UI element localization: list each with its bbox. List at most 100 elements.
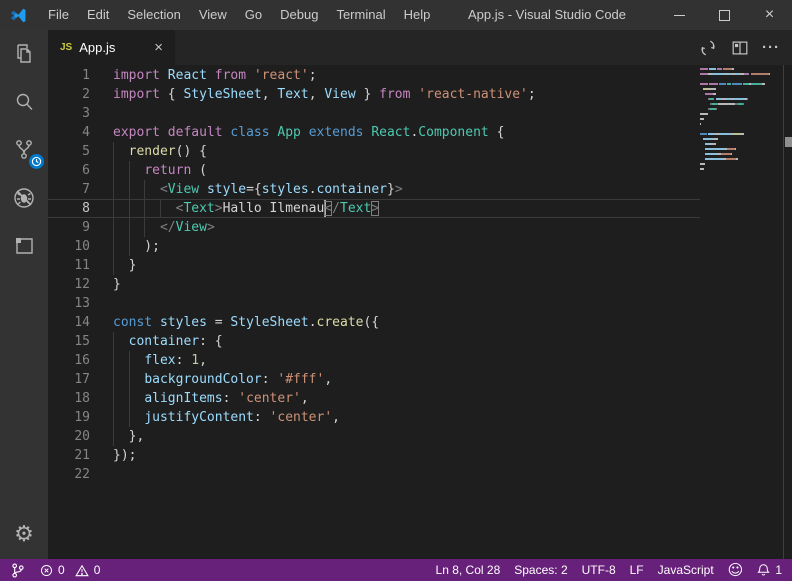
line-number: 15	[48, 332, 90, 351]
code-token: </	[160, 220, 176, 235]
code-token: styles	[262, 182, 309, 197]
activitybar-item-settings[interactable]: ⚙	[0, 511, 48, 559]
menu-selection[interactable]: Selection	[118, 0, 189, 30]
code-line-3[interactable]: 3	[48, 104, 700, 123]
code-line-16[interactable]: 16 flex: 1,	[48, 351, 700, 370]
maximize-icon	[719, 10, 730, 21]
code-token	[199, 182, 207, 197]
close-window-button[interactable]: ×	[747, 0, 792, 30]
split-editor-icon[interactable]	[730, 38, 750, 58]
code-line-5[interactable]: 5 render() {	[48, 142, 700, 161]
code-line-12[interactable]: 12}	[48, 275, 700, 294]
code-token: 'center'	[238, 391, 301, 406]
code-line-6[interactable]: 6 return (	[48, 161, 700, 180]
menu-go[interactable]: Go	[236, 0, 271, 30]
errors-icon	[40, 564, 53, 577]
code-token	[246, 68, 254, 83]
code-line-17[interactable]: 17 backgroundColor: '#fff',	[48, 370, 700, 389]
code-token: },	[113, 429, 144, 444]
code-token: <	[160, 182, 168, 197]
code-line-14[interactable]: 14const styles = StyleSheet.create({	[48, 313, 700, 332]
more-actions-icon[interactable]: ···	[762, 39, 780, 56]
code-line-20[interactable]: 20 },	[48, 427, 700, 446]
code-token	[152, 315, 160, 330]
tab-label: App.js	[79, 40, 115, 55]
code-token: );	[113, 239, 160, 254]
minimize-button[interactable]	[657, 0, 702, 30]
code-line-15[interactable]: 15 container: {	[48, 332, 700, 351]
activitybar-item-debug[interactable]	[0, 174, 48, 222]
indent-guide	[129, 200, 130, 217]
code-line-1[interactable]: 1import React from 'react';	[48, 66, 700, 85]
git-branch-icon	[10, 562, 25, 579]
code-line-9[interactable]: 9 </View>	[48, 218, 700, 237]
code-token: ,	[324, 372, 332, 387]
code-line-11[interactable]: 11 }	[48, 256, 700, 275]
tab-appjs[interactable]: JS App.js ×	[48, 30, 175, 65]
feedback-smiley-icon[interactable]: ☺	[728, 563, 744, 578]
code-line-13[interactable]: 13	[48, 294, 700, 313]
sync-changes-icon[interactable]	[698, 38, 718, 58]
menu-edit[interactable]: Edit	[78, 0, 118, 30]
code-token: flex	[144, 353, 175, 368]
notifications-indicator[interactable]: 1	[757, 563, 782, 577]
code-token: <	[324, 201, 332, 216]
menu-file[interactable]: File	[39, 0, 78, 30]
problems-indicator[interactable]: 0 0	[40, 563, 100, 577]
tab-close-icon[interactable]: ×	[154, 40, 163, 55]
activitybar-item-source-control[interactable]	[0, 126, 48, 174]
code-line-2[interactable]: 2import { StyleSheet, Text, View } from …	[48, 85, 700, 104]
menu-debug[interactable]: Debug	[271, 0, 327, 30]
line-number: 12	[48, 275, 90, 294]
activitybar-item-search[interactable]	[0, 78, 48, 126]
line-content: justifyContent: 'center',	[113, 408, 340, 427]
code-token: View	[176, 220, 207, 235]
cursor-position-indicator[interactable]: Ln 8, Col 28	[436, 563, 501, 577]
code-line-21[interactable]: 21});	[48, 446, 700, 465]
git-branch-indicator[interactable]	[10, 562, 25, 579]
line-content: export default class App extends React.C…	[113, 123, 504, 142]
code-editor[interactable]: 1import React from 'react';2import { Sty…	[48, 65, 792, 559]
code-token: ,	[332, 410, 340, 425]
indent-guide	[129, 180, 130, 199]
code-line-10[interactable]: 10 );	[48, 237, 700, 256]
code-line-8[interactable]: 8 <Text>Hallo Ilmenau</Text>	[48, 199, 700, 218]
menu-view[interactable]: View	[190, 0, 236, 30]
encoding-indicator[interactable]: UTF-8	[582, 563, 616, 577]
line-number: 21	[48, 446, 90, 465]
activitybar-item-extensions[interactable]	[0, 222, 48, 270]
javascript-file-icon: JS	[60, 42, 72, 53]
language-mode-indicator[interactable]: JavaScript	[658, 563, 714, 577]
line-content: });	[113, 446, 136, 465]
code-token: const	[113, 315, 152, 330]
code-token: 1	[191, 353, 199, 368]
eol-indicator[interactable]: LF	[630, 563, 644, 577]
line-number: 2	[48, 85, 90, 104]
line-number: 11	[48, 256, 90, 275]
indent-guide	[129, 389, 130, 408]
minimap[interactable]	[700, 67, 770, 177]
code-token: :	[254, 410, 270, 425]
code-token: alignItems	[144, 391, 222, 406]
code-line-4[interactable]: 4export default class App extends React.…	[48, 123, 700, 142]
debug-icon	[12, 186, 36, 210]
code-token: from	[215, 68, 246, 83]
vscode-logo-icon	[9, 7, 26, 24]
code-line-22[interactable]: 22	[48, 465, 700, 484]
code-token: .	[309, 182, 317, 197]
code-line-18[interactable]: 18 alignItems: 'center',	[48, 389, 700, 408]
menu-terminal[interactable]: Terminal	[327, 0, 394, 30]
code-line-7[interactable]: 7 <View style={styles.container}>	[48, 180, 700, 199]
overview-ruler-scrollbar[interactable]	[783, 65, 792, 559]
indent-guide	[129, 237, 130, 256]
code-token: :	[223, 391, 239, 406]
code-line-19[interactable]: 19 justifyContent: 'center',	[48, 408, 700, 427]
maximize-button[interactable]	[702, 0, 747, 30]
menu-help[interactable]: Help	[395, 0, 440, 30]
indent-guide	[113, 370, 114, 389]
activitybar-item-explorer[interactable]	[0, 30, 48, 78]
code-token: StyleSheet	[183, 87, 261, 102]
code-token: Component	[418, 125, 488, 140]
line-content: render() {	[113, 142, 207, 161]
indentation-indicator[interactable]: Spaces: 2	[514, 563, 567, 577]
